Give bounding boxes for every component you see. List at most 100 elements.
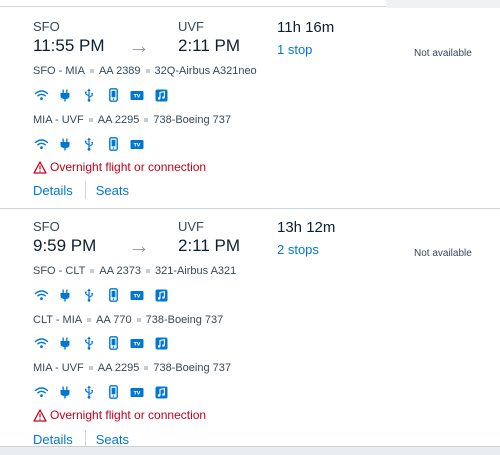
separator — [90, 269, 95, 274]
segment-info: CLT - MIA AA 770 738-Boeing 737 — [33, 314, 223, 326]
separator — [145, 69, 150, 74]
origin-code: SFO — [33, 19, 60, 34]
tv-icon: TV — [129, 88, 145, 102]
separator — [89, 69, 94, 74]
separator — [145, 269, 150, 274]
segment-info: SFO - MIA AA 2389 32Q-Airbus A321neo — [33, 65, 257, 77]
svg-text:TV: TV — [134, 142, 141, 148]
arrival-time: 2:11 PM — [178, 36, 241, 55]
stops-link[interactable]: 1 stop — [277, 42, 312, 57]
availability-status: Not available — [414, 248, 472, 259]
overnight-warning: Overnight flight or connection — [33, 160, 206, 174]
flight-number: AA 2295 — [97, 362, 140, 374]
details-link[interactable]: Details — [33, 183, 73, 198]
usb-icon — [81, 288, 97, 302]
separator — [88, 118, 93, 123]
usb-icon — [81, 385, 97, 399]
segment-route: MIA - UVF — [33, 114, 84, 126]
segment-info: MIA - UVF AA 2295 738-Boeing 737 — [33, 362, 231, 374]
arrival-time: 2:11 PM — [178, 236, 241, 255]
tv-icon: TV — [129, 288, 145, 302]
separator — [144, 118, 149, 123]
segment-info: SFO - CLT AA 2373 321-Airbus A321 — [33, 265, 236, 277]
amenities-row: TV — [33, 336, 169, 350]
svg-text:TV: TV — [134, 293, 141, 299]
flight-number: AA 2389 — [98, 65, 141, 77]
flight-number: AA 2295 — [97, 114, 140, 126]
tv-icon: TV — [129, 137, 145, 151]
tv-icon: TV — [129, 385, 145, 399]
svg-text:TV: TV — [134, 341, 141, 347]
segment-route: MIA - UVF — [33, 362, 84, 374]
flight-card: SFO UVF 11:55 PM → 2:11 PM 11h 16m 1 sto… — [0, 8, 500, 208]
flight-card: SFO UVF 9:59 PM → 2:11 PM 13h 12m 2 stop… — [0, 208, 500, 448]
link-divider — [84, 181, 86, 199]
amenities-row: TV — [33, 385, 169, 399]
power-outlet-icon — [57, 88, 73, 102]
departure-time: 11:55 PM — [33, 36, 105, 55]
stops-link[interactable]: 2 stops — [277, 242, 319, 257]
separator — [88, 366, 93, 371]
aircraft-type: 32Q-Airbus A321neo — [154, 65, 257, 77]
overnight-warning: Overnight flight or connection — [33, 408, 206, 422]
seats-link[interactable]: Seats — [96, 432, 129, 447]
phone-icon — [105, 385, 121, 399]
divider-line — [0, 6, 386, 7]
header-panel-edge — [386, 0, 500, 8]
separator — [136, 318, 141, 323]
segment-route: CLT - MIA — [33, 314, 83, 326]
power-outlet-icon — [57, 137, 73, 151]
wifi-icon — [33, 288, 49, 302]
separator — [87, 318, 92, 323]
destination-code: UVF — [178, 219, 204, 234]
arrow-icon: → — [128, 233, 150, 258]
segment-route: SFO - MIA — [33, 65, 85, 77]
wifi-icon — [33, 385, 49, 399]
card-links: Details Seats — [33, 181, 129, 199]
amenities-row: TV — [33, 88, 169, 102]
segment-info: MIA - UVF AA 2295 738-Boeing 737 — [33, 114, 231, 126]
svg-text:TV: TV — [134, 93, 141, 99]
details-link[interactable]: Details — [33, 432, 73, 447]
usb-icon — [81, 88, 97, 102]
destination-code: UVF — [178, 19, 204, 34]
seats-link[interactable]: Seats — [96, 183, 129, 198]
power-outlet-icon — [57, 385, 73, 399]
amenities-row: TV — [33, 137, 145, 151]
origin-code: SFO — [33, 219, 60, 234]
flight-number: AA 770 — [96, 314, 132, 326]
phone-icon — [105, 288, 121, 302]
warning-text: Overnight flight or connection — [50, 160, 207, 174]
phone-icon — [105, 336, 121, 350]
music-icon — [153, 288, 169, 302]
power-outlet-icon — [57, 336, 73, 350]
warning-icon — [33, 160, 47, 174]
power-outlet-icon — [57, 288, 73, 302]
departure-time: 9:59 PM — [33, 236, 97, 255]
aircraft-type: 738-Boeing 737 — [145, 314, 224, 326]
arrow-icon: → — [128, 33, 150, 58]
phone-icon — [105, 137, 121, 151]
aircraft-type: 738-Boeing 737 — [153, 362, 232, 374]
phone-icon — [105, 88, 121, 102]
usb-icon — [81, 137, 97, 151]
availability-status: Not available — [414, 48, 472, 59]
music-icon — [153, 336, 169, 350]
music-icon — [153, 385, 169, 399]
wifi-icon — [33, 336, 49, 350]
svg-text:TV: TV — [134, 390, 141, 396]
flight-number: AA 2373 — [99, 265, 141, 277]
flight-duration: 11h 16m — [277, 19, 335, 36]
wifi-icon — [33, 88, 49, 102]
usb-icon — [81, 336, 97, 350]
aircraft-type: 321-Airbus A321 — [154, 265, 237, 277]
flight-duration: 13h 12m — [277, 219, 336, 236]
wifi-icon — [33, 137, 49, 151]
segment-route: SFO - CLT — [33, 265, 86, 277]
tv-icon: TV — [129, 336, 145, 350]
music-icon — [153, 88, 169, 102]
aircraft-type: 738-Boeing 737 — [153, 114, 232, 126]
warning-icon — [33, 408, 47, 422]
warning-text: Overnight flight or connection — [50, 408, 207, 422]
separator — [144, 366, 149, 371]
